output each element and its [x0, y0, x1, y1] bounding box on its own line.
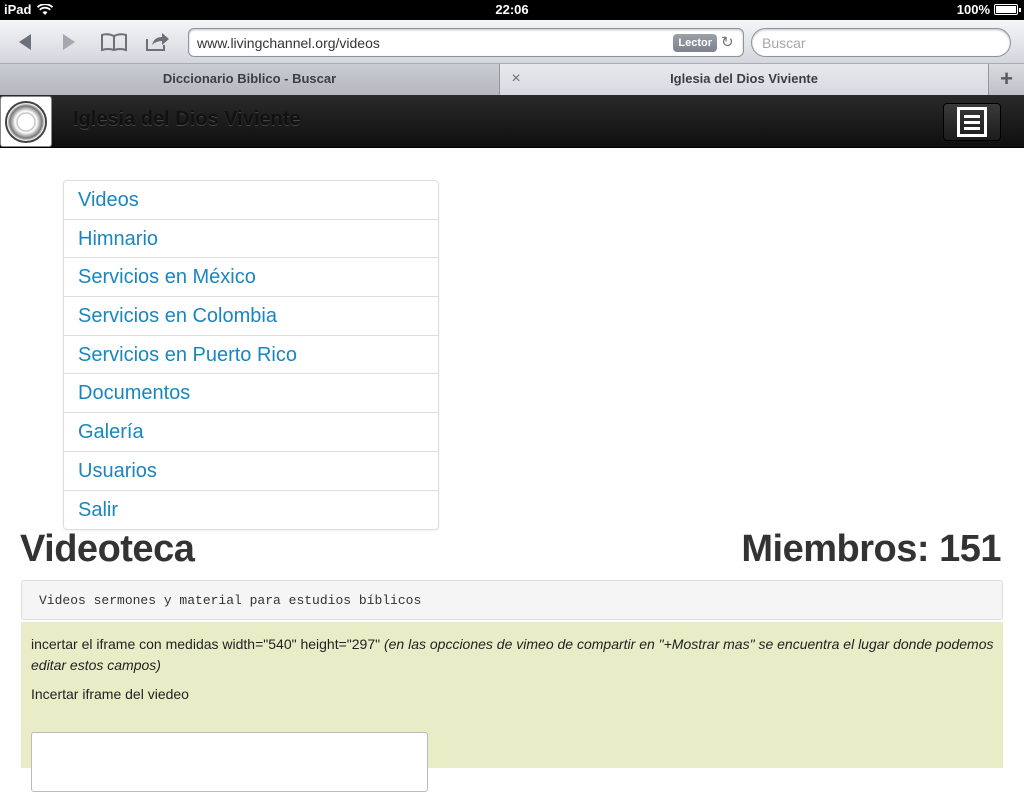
battery-percent: 100%: [956, 2, 990, 17]
menu-toggle-button[interactable]: [943, 103, 1001, 141]
back-arrow-icon: [19, 34, 31, 50]
search-input[interactable]: [762, 35, 992, 51]
seal-icon: [5, 100, 47, 143]
church-logo[interactable]: [0, 96, 52, 147]
nav-item-documentos[interactable]: Documentos: [64, 374, 438, 414]
nav-item-salir[interactable]: Salir: [64, 491, 438, 530]
site-header: Iglesia del Dios Viviente: [0, 95, 1024, 148]
back-button[interactable]: [10, 28, 40, 56]
bookmarks-button[interactable]: [99, 28, 129, 56]
browser-toolbar: www.livingchannel.org/videos Lector ↻: [0, 20, 1024, 64]
instruction-plain: incertar el iframe con medidas width="54…: [31, 636, 384, 652]
close-tab-icon[interactable]: ×: [508, 71, 524, 87]
clock: 22:06: [495, 2, 529, 17]
status-bar: iPad 22:06 100%: [0, 0, 1024, 20]
search-bar[interactable]: [751, 28, 1011, 57]
status-right: 100%: [956, 2, 1021, 17]
nav-item-usuarios[interactable]: Usuarios: [64, 452, 438, 491]
iframe-label: Incertar iframe del viedeo: [31, 686, 189, 702]
reader-button[interactable]: Lector: [673, 34, 717, 52]
nav-item-servicios-colombia[interactable]: Servicios en Colombia: [64, 297, 438, 336]
battery-fill: [996, 6, 1016, 13]
reload-icon[interactable]: ↻: [721, 34, 737, 52]
iframe-form-panel: incertar el iframe con medidas width="54…: [21, 622, 1003, 792]
iframe-instruction: incertar el iframe con medidas width="54…: [31, 634, 996, 676]
new-tab-button[interactable]: +: [988, 64, 1024, 95]
nav-item-videos[interactable]: Videos: [64, 181, 438, 220]
iframe-textarea[interactable]: [31, 732, 428, 792]
battery-icon: [994, 4, 1021, 15]
book-icon: [101, 33, 127, 52]
description-text: Videos sermones y material para estudios…: [39, 593, 422, 608]
nav-item-galeria[interactable]: Galería: [64, 413, 438, 452]
share-icon: [146, 33, 169, 51]
description-well: Videos sermones y material para estudios…: [21, 580, 1003, 620]
tab-diccionario[interactable]: Diccionario Biblico - Buscar: [0, 64, 500, 95]
tab-iglesia[interactable]: Iglesia del Dios Viviente: [500, 64, 988, 95]
nav-item-himnario[interactable]: Himnario: [64, 220, 438, 259]
members-count: Miembros: 151: [741, 528, 1001, 570]
hamburger-icon: [957, 107, 987, 137]
url-text[interactable]: www.livingchannel.org/videos: [197, 35, 380, 51]
nav-item-servicios-mexico[interactable]: Servicios en México: [64, 258, 438, 298]
forward-button[interactable]: [54, 28, 84, 56]
forward-arrow-icon: [63, 34, 75, 50]
tab-bar: Diccionario Biblico - Buscar Iglesia del…: [0, 64, 1024, 95]
address-bar[interactable]: www.livingchannel.org/videos Lector ↻: [188, 28, 744, 57]
page-title: Videoteca: [20, 528, 195, 570]
nav-item-servicios-puerto-rico[interactable]: Servicios en Puerto Rico: [64, 336, 438, 375]
site-brand[interactable]: Iglesia del Dios Viviente: [73, 108, 301, 131]
nav-menu: Videos Himnario Servicios en México Serv…: [63, 180, 439, 531]
share-button[interactable]: [142, 28, 172, 56]
